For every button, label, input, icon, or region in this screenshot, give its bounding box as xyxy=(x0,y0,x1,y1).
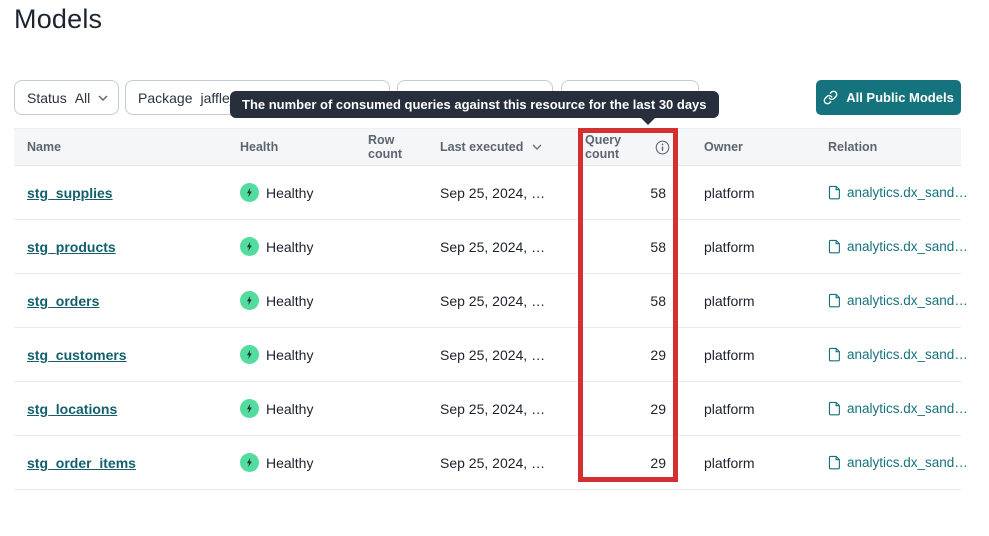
query-count-cell: 58 xyxy=(578,185,678,201)
health-status-label: Healthy xyxy=(266,347,313,363)
lightning-bolt-icon xyxy=(244,295,255,306)
relation-link[interactable]: analytics.dx_sand… xyxy=(828,293,968,308)
column-header-owner: Owner xyxy=(678,140,790,154)
health-badge xyxy=(240,237,259,256)
link-icon xyxy=(823,90,838,105)
query-count-cell: 29 xyxy=(578,455,678,471)
owner-cell: platform xyxy=(678,185,790,201)
status-filter-label: Status xyxy=(27,90,67,106)
all-public-models-label: All Public Models xyxy=(846,90,954,105)
owner-cell: platform xyxy=(678,455,790,471)
health-badge xyxy=(240,291,259,310)
health-badge xyxy=(240,399,259,418)
lightning-bolt-icon xyxy=(244,241,255,252)
last-executed-cell: Sep 25, 2024, … xyxy=(432,455,578,471)
relation-label: analytics.dx_sand… xyxy=(847,293,968,308)
table-row: stg_products Healthy Sep 25, 2024, … 58 … xyxy=(14,220,961,274)
column-header-relation: Relation xyxy=(790,140,961,154)
column-header-health: Health xyxy=(232,140,360,154)
document-icon xyxy=(828,347,841,362)
lightning-bolt-icon xyxy=(244,349,255,360)
package-filter-label: Package xyxy=(138,90,192,106)
table-row: stg_orders Healthy Sep 25, 2024, … 58 pl… xyxy=(14,274,961,328)
model-name-link[interactable]: stg_supplies xyxy=(27,185,113,201)
health-badge xyxy=(240,183,259,202)
column-header-query-count: Query count xyxy=(578,133,678,161)
status-filter-value: All xyxy=(75,90,91,106)
owner-cell: platform xyxy=(678,293,790,309)
document-icon xyxy=(828,185,841,200)
query-count-tooltip-text: The number of consumed queries against t… xyxy=(242,97,707,112)
query-count-tooltip: The number of consumed queries against t… xyxy=(230,91,719,118)
table-row: stg_customers Healthy Sep 25, 2024, … 29… xyxy=(14,328,961,382)
relation-label: analytics.dx_sand… xyxy=(847,239,968,254)
model-name-link[interactable]: stg_locations xyxy=(27,401,117,417)
owner-cell: platform xyxy=(678,347,790,363)
last-executed-cell: Sep 25, 2024, … xyxy=(432,401,578,417)
last-executed-cell: Sep 25, 2024, … xyxy=(432,185,578,201)
lightning-bolt-icon xyxy=(244,457,255,468)
relation-link[interactable]: analytics.dx_sand… xyxy=(828,455,968,470)
all-public-models-button[interactable]: All Public Models xyxy=(816,80,961,115)
table-row: stg_locations Healthy Sep 25, 2024, … 29… xyxy=(14,382,961,436)
document-icon xyxy=(828,401,841,416)
models-page: Models Status All Package jaffle_ All Pu… xyxy=(0,0,989,536)
last-executed-cell: Sep 25, 2024, … xyxy=(432,347,578,363)
owner-cell: platform xyxy=(678,401,790,417)
sort-chevron-down-icon xyxy=(532,144,542,150)
model-name-link[interactable]: stg_customers xyxy=(27,347,127,363)
last-executed-cell: Sep 25, 2024, … xyxy=(432,239,578,255)
query-count-cell: 58 xyxy=(578,239,678,255)
chevron-down-icon xyxy=(98,95,108,101)
column-header-row-count: Row count xyxy=(360,133,432,161)
document-icon xyxy=(828,455,841,470)
query-count-cell: 29 xyxy=(578,401,678,417)
health-badge xyxy=(240,453,259,472)
table-row: stg_supplies Healthy Sep 25, 2024, … 58 … xyxy=(14,166,961,220)
health-status-label: Healthy xyxy=(266,185,313,201)
relation-label: analytics.dx_sand… xyxy=(847,455,968,470)
model-name-link[interactable]: stg_products xyxy=(27,239,116,255)
relation-link[interactable]: analytics.dx_sand… xyxy=(828,239,968,254)
model-name-link[interactable]: stg_order_items xyxy=(27,455,136,471)
relation-link[interactable]: analytics.dx_sand… xyxy=(828,401,968,416)
lightning-bolt-icon xyxy=(244,403,255,414)
query-count-cell: 58 xyxy=(578,293,678,309)
column-header-last-executed[interactable]: Last executed xyxy=(432,140,578,154)
tooltip-caret xyxy=(640,117,656,125)
relation-link[interactable]: analytics.dx_sand… xyxy=(828,347,968,362)
table-row: stg_order_items Healthy Sep 25, 2024, … … xyxy=(14,436,961,490)
last-executed-cell: Sep 25, 2024, … xyxy=(432,293,578,309)
column-header-query-count-label: Query count xyxy=(585,133,645,161)
relation-link[interactable]: analytics.dx_sand… xyxy=(828,185,968,200)
health-status-label: Healthy xyxy=(266,239,313,255)
document-icon xyxy=(828,239,841,254)
models-table: Name Health Row count Last executed Quer… xyxy=(14,128,961,490)
health-status-label: Healthy xyxy=(266,293,313,309)
table-body: stg_supplies Healthy Sep 25, 2024, … 58 … xyxy=(14,166,961,490)
column-header-name: Name xyxy=(14,140,232,154)
document-icon xyxy=(828,293,841,308)
model-name-link[interactable]: stg_orders xyxy=(27,293,99,309)
owner-cell: platform xyxy=(678,239,790,255)
info-circle-icon[interactable] xyxy=(655,140,670,155)
relation-label: analytics.dx_sand… xyxy=(847,185,968,200)
page-title: Models xyxy=(14,4,102,35)
health-status-label: Healthy xyxy=(266,455,313,471)
health-status-label: Healthy xyxy=(266,401,313,417)
table-header-row: Name Health Row count Last executed Quer… xyxy=(14,128,961,166)
relation-label: analytics.dx_sand… xyxy=(847,347,968,362)
lightning-bolt-icon xyxy=(244,187,255,198)
status-filter-dropdown[interactable]: Status All xyxy=(14,80,119,115)
health-badge xyxy=(240,345,259,364)
relation-label: analytics.dx_sand… xyxy=(847,401,968,416)
column-header-last-executed-label: Last executed xyxy=(440,140,523,154)
query-count-cell: 29 xyxy=(578,347,678,363)
